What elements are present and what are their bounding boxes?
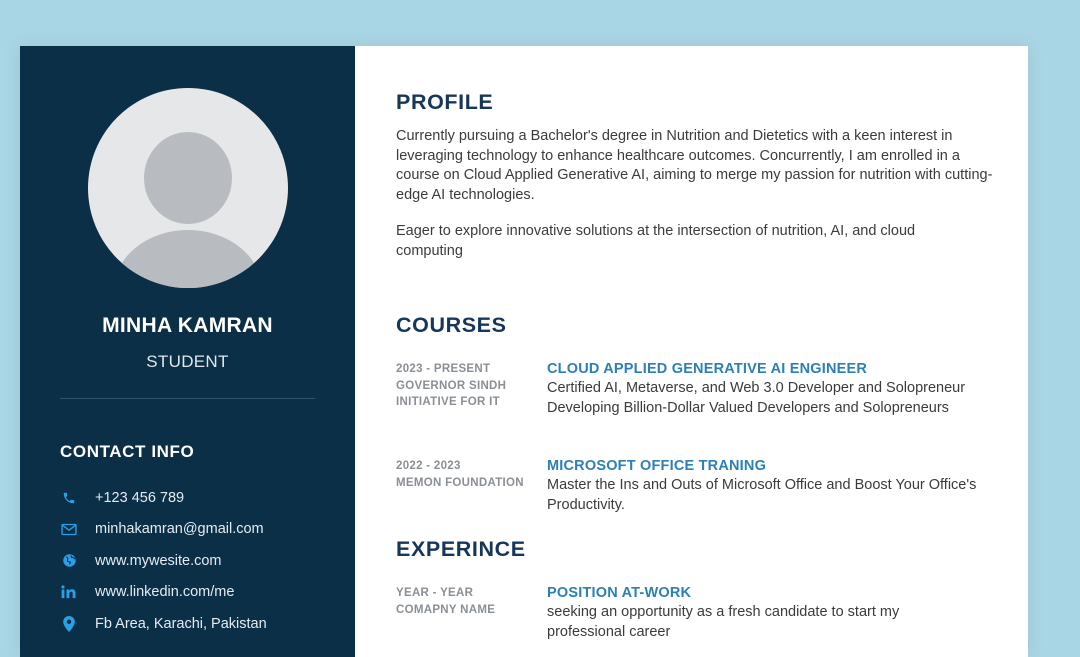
contact-website-text[interactable]: www.mywesite.com xyxy=(95,553,222,569)
course-1-description: Certified AI, Metaverse, and Web 3.0 Dev… xyxy=(547,380,966,416)
experience-1-title: POSITION AT-WORK xyxy=(547,585,692,601)
candidate-name: MINHA KAMRAN xyxy=(102,314,273,337)
experience-1-org: COMAPNY NAME xyxy=(396,603,496,616)
email-icon xyxy=(60,520,78,538)
course-1-title: CLOUD APPLIED GENERATIVE AI ENGINEER xyxy=(547,361,868,377)
courses-heading: COURSES xyxy=(396,313,507,337)
contact-info-heading: CONTACT INFO xyxy=(60,442,195,461)
experience-1-meta: YEAR - YEAR COMAPNY NAME xyxy=(396,585,546,618)
avatar-shoulders-shape xyxy=(114,230,262,288)
phone-icon xyxy=(60,489,78,507)
contact-location-text: Fb Area, Karachi, Pakistan xyxy=(95,615,267,632)
course-2-meta: 2022 - 2023 MEMON FOUNDATION xyxy=(396,458,546,491)
course-1-org: GOVERNOR SINDH INITIATIVE FOR IT xyxy=(396,379,507,409)
candidate-role: STUDENT xyxy=(146,352,229,371)
avatar-head-shape xyxy=(144,132,232,224)
contact-item-website: www.mywesite.com xyxy=(60,545,267,577)
course-1-meta: 2023 - PRESENT GOVERNOR SINDH INITIATIVE… xyxy=(396,361,546,411)
sidebar-divider xyxy=(60,398,315,399)
profile-heading: PROFILE xyxy=(396,90,494,114)
experience-1-date: YEAR - YEAR xyxy=(396,587,474,599)
contact-linkedin-text[interactable]: www.linkedin.com/me xyxy=(95,584,234,600)
course-2-date: 2022 - 2023 xyxy=(396,460,461,472)
profile-paragraph-1: Currently pursuing a Bachelor's degree i… xyxy=(396,128,993,203)
course-2-org: MEMON FOUNDATION xyxy=(396,476,524,489)
experience-1-description: seeking an opportunity as a fresh candid… xyxy=(547,604,900,640)
contact-list: +123 456 789 minhakamran@gmail.com www.m… xyxy=(60,482,267,640)
linkedin-icon xyxy=(60,583,78,601)
resume-page: MINHA KAMRAN STUDENT CONTACT INFO +123 4… xyxy=(20,46,1028,657)
location-pin-icon xyxy=(60,615,78,633)
contact-phone-text: +123 456 789 xyxy=(95,489,185,506)
avatar xyxy=(88,88,288,288)
course-1-date: 2023 - PRESENT xyxy=(396,363,491,375)
contact-email-text[interactable]: minhakamran@gmail.com xyxy=(95,521,264,537)
contact-item-location: Fb Area, Karachi, Pakistan xyxy=(60,608,267,640)
course-2-description: Master the Ins and Outs of Microsoft Off… xyxy=(547,477,977,513)
profile-paragraph-2: Eager to explore innovative solutions at… xyxy=(396,223,916,259)
main-content: PROFILE Currently pursuing a Bachelor's … xyxy=(355,46,1028,657)
globe-icon xyxy=(60,552,78,570)
experience-heading: EXPERINCE xyxy=(396,537,526,561)
sidebar: MINHA KAMRAN STUDENT CONTACT INFO +123 4… xyxy=(20,46,355,657)
contact-item-linkedin: www.linkedin.com/me xyxy=(60,577,267,609)
contact-item-email: minhakamran@gmail.com xyxy=(60,514,267,546)
contact-item-phone: +123 456 789 xyxy=(60,482,267,514)
course-2-title: MICROSOFT OFFICE TRANING xyxy=(547,458,767,474)
